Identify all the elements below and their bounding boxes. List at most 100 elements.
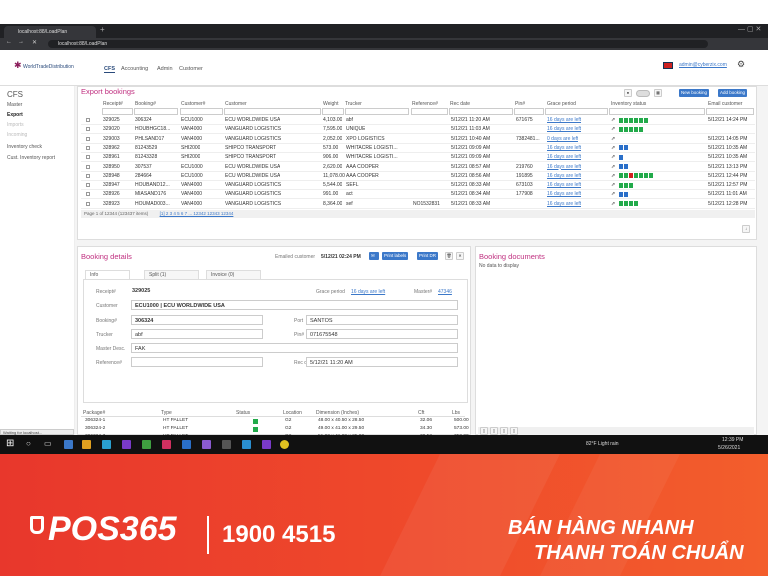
filter-customer-id[interactable] [180,108,223,115]
row-checkbox[interactable] [86,127,90,132]
master-link[interactable]: 47346 [438,289,452,295]
cell-grace[interactable]: 16 days are left [547,191,581,197]
ref-field[interactable] [131,357,263,367]
row-checkbox[interactable] [86,183,90,188]
row-checkbox[interactable] [86,201,90,206]
port-field[interactable]: SANTOS [306,315,458,325]
app-icon-1[interactable] [64,440,73,449]
pkg-col-type[interactable]: Type [161,410,172,416]
back-icon[interactable]: ← [6,39,12,45]
table-row[interactable]: 328950 307537 ECU1000 ECU WORLDWIDE USA 2,62… [81,163,755,172]
new-booking-button[interactable]: New booking [679,89,710,97]
nav-accounting[interactable]: Accounting [121,66,148,72]
grid-icon[interactable]: ▦ [654,89,662,97]
row-checkbox[interactable] [86,155,90,160]
edit-icon[interactable]: ⇗ [611,191,615,197]
row-checkbox[interactable] [86,173,90,178]
edit-icon[interactable]: ⇗ [611,117,615,123]
tab-split[interactable]: Split (1) [144,270,199,279]
sidebar-item-imports[interactable]: Imports [7,122,24,128]
edit-icon[interactable]: ⇗ [611,201,615,207]
table-row[interactable]: 328923 HOUMAD003... VAN4000 VANGUARD LOGIST… [81,200,755,209]
filter-pin[interactable] [514,108,544,115]
table-row[interactable]: 329025 306324 ECU1000 ECU WORLDWIDE USA 4,10… [81,116,755,125]
reload-icon[interactable]: ✕ [32,39,37,46]
doc-delete-icon[interactable]: ▯ [510,427,518,435]
col-rec-date[interactable]: Rec date [450,101,470,107]
cell-grace[interactable]: 16 days are left [547,154,581,160]
app-icon-11[interactable] [262,440,271,449]
delete-icon[interactable]: 🗑 [445,252,453,260]
url-input[interactable]: localhost:88/LoadPlan [48,40,708,48]
filter-grace[interactable] [545,108,608,115]
pager-pages[interactable]: [1] 2 3 4 5 6 7 ... 12342 12343 12344 [160,211,234,216]
edit-icon[interactable]: ⇗ [611,154,615,160]
close-icon[interactable]: ✕ [456,252,464,260]
refresh-icon[interactable]: ● [624,89,632,97]
package-row[interactable]: 306324-1 HT PALLET G2 48.00 x 40.50 x 28.50… [83,418,469,425]
desc-field[interactable]: FAK [131,343,458,353]
pin-field[interactable]: 071675548 [306,329,458,339]
windows-start-icon[interactable]: ⊞ [6,438,14,449]
filter-booking[interactable] [134,108,178,115]
add-booking-button[interactable]: Add booking [718,89,748,97]
clock-time[interactable]: 12:39 PM [722,437,743,443]
cell-grace[interactable]: 16 days are left [547,126,581,132]
pkg-col-no[interactable]: Package# [83,410,105,416]
col-customer[interactable]: Customer [225,101,247,107]
doc-view-icon[interactable]: ▯ [480,427,488,435]
user-link[interactable]: admin@cyberzix.com [679,62,727,68]
cell-grace[interactable]: 0 days are left [547,136,578,142]
filter-weight[interactable] [322,108,344,115]
folder-icon[interactable] [82,440,91,449]
sidebar-item-incoming[interactable]: Incoming [7,132,27,138]
sidebar-item-inventory-check[interactable]: Inventory check [7,144,42,150]
toggle-switch[interactable] [636,90,650,97]
sidebar-item-export[interactable]: Export [7,112,23,118]
pkg-col-lbs[interactable]: Lbs [452,410,460,416]
table-row[interactable]: 328947 HOUBAND12... VAN4000 VANGUARD LOGIST… [81,181,755,191]
browser-tab[interactable]: localhost:88/LoadPlan [4,26,96,38]
cell-grace[interactable]: 16 days are left [547,201,581,207]
row-checkbox[interactable] [86,118,90,122]
window-controls[interactable]: — ▢ ✕ [738,25,761,33]
gear-icon[interactable]: ⚙ [737,59,745,70]
filter-trucker[interactable] [345,108,409,115]
col-email[interactable]: Email customer [708,101,742,107]
customer-field[interactable]: ECU1000 | ECU WORLDWIDE USA [131,300,458,310]
package-row[interactable]: 306324-2 HT PALLET G2 49.00 x 41.00 x 29.50… [83,426,469,433]
col-grace[interactable]: Grace period [547,101,576,107]
app-icon-5[interactable] [142,440,151,449]
filter-email[interactable] [706,108,754,115]
doc-download-icon[interactable]: ▯ [500,427,508,435]
clock-date[interactable]: 5/26/2021 [718,445,740,451]
table-row[interactable]: 329003 PHLSAND17 VAN4000 VANGUARD LOGISTICS… [81,135,755,144]
task-view-icon[interactable]: ▭ [44,439,52,448]
edit-icon[interactable]: ⇗ [611,145,615,151]
sidebar-item-cust-report[interactable]: Cust. Inventory report [7,155,55,161]
print-labels-button[interactable]: Print labels [382,252,409,260]
app-icon-3[interactable] [102,440,111,449]
table-row[interactable]: 328926 MIASAND176 VAN4000 VANGUARD LOGISTIC… [81,190,755,200]
col-booking[interactable]: Booking# [135,101,156,107]
edit-icon[interactable]: ⇗ [611,182,615,188]
row-checkbox[interactable] [86,164,90,169]
row-checkbox[interactable] [86,145,90,150]
flag-icon[interactable] [663,62,673,69]
filter-inventory[interactable] [609,108,705,115]
edit-icon[interactable]: ⇗ [611,164,615,170]
tab-invoice[interactable]: Invoice (0) [206,270,261,279]
row-checkbox[interactable] [86,192,90,197]
grace-link[interactable]: 16 days are left [351,289,385,295]
cell-grace[interactable]: 16 days are left [547,145,581,151]
weather[interactable]: 82°F Light rain [586,441,619,447]
tab-info[interactable]: Info [85,270,130,279]
new-tab-icon[interactable]: + [100,25,105,34]
forward-icon[interactable]: → [18,39,24,45]
app-icon-10[interactable] [242,440,251,449]
doc-upload-icon[interactable]: ▯ [490,427,498,435]
nav-admin[interactable]: Admin [157,66,173,72]
visual-studio-icon[interactable] [122,440,131,449]
nav-customer[interactable]: Customer [179,66,203,72]
sidebar-item-master[interactable]: Master [7,102,22,108]
